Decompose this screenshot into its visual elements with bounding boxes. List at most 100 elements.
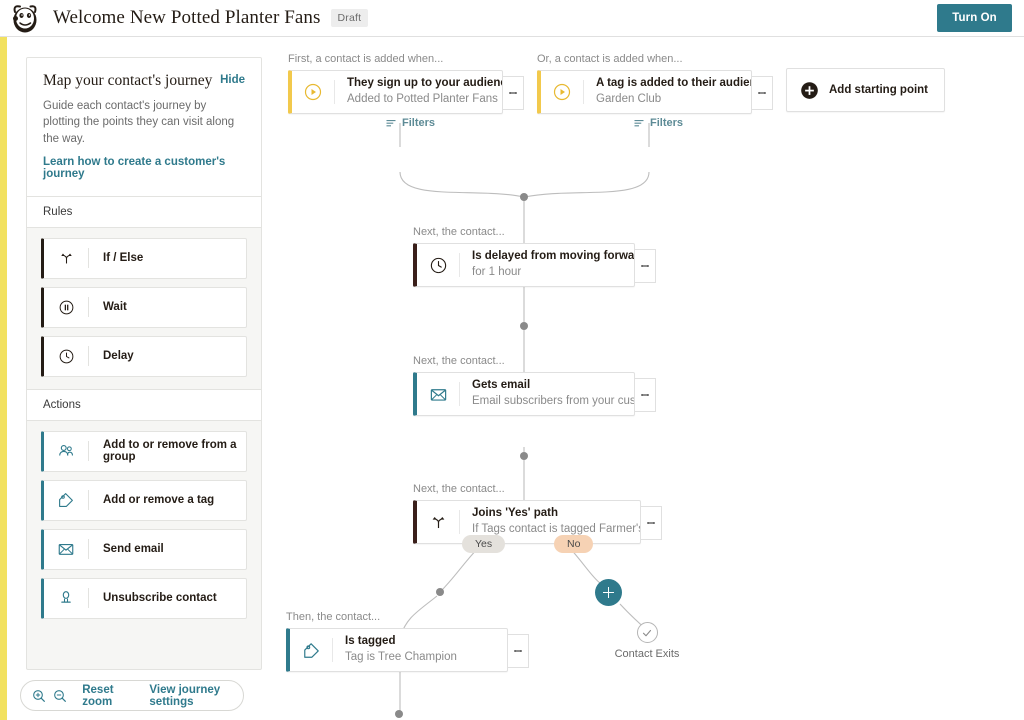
tag-icon (290, 641, 332, 660)
journey-step-tag[interactable]: Then, the contact... Is tagged Tag is Tr… (286, 611, 529, 672)
sidebar-item-label: Delay (103, 350, 134, 363)
node-subtitle: for 1 hour (472, 266, 522, 279)
node-caption: First, a contact is added when... (288, 53, 444, 65)
sidebar-item-wait[interactable]: Wait (41, 286, 247, 328)
sidebar-item-if-else[interactable]: If / Else (41, 237, 247, 279)
view-journey-settings-link[interactable]: View journey settings (149, 684, 243, 708)
add-starting-point-label: Add starting point (829, 84, 929, 96)
journey-step-email[interactable]: Next, the contact... Gets email Email su… (413, 355, 656, 416)
reset-zoom-button[interactable]: Reset zoom (82, 684, 133, 708)
sidebar-section-actions-label: Actions (27, 388, 261, 421)
node-title: Is delayed from moving forward (472, 250, 634, 263)
sidebar-title: Map your contact's journey (43, 72, 213, 89)
node-subtitle: Garden Club (596, 93, 662, 106)
sidebar-item-unsubscribe-contact[interactable]: Unsubscribe contact (41, 577, 247, 619)
sidebar-item-send-email[interactable]: Send email (41, 528, 247, 570)
sidebar-item-label: If / Else (103, 252, 144, 265)
filters-label: Filters (402, 117, 436, 129)
journey-step-delay[interactable]: Next, the contact... Is delayed from mov… (413, 226, 656, 287)
pause-circle-icon (44, 299, 88, 316)
zoom-in-icon[interactable] (29, 688, 50, 704)
sidebar-item-add-remove-tag[interactable]: Add or remove a tag (41, 479, 247, 521)
play-circle-icon (541, 83, 583, 101)
node-title: Gets email (472, 379, 531, 392)
sidebar-item-label: Add or remove a tag (103, 494, 215, 507)
node-caption: Next, the contact... (413, 483, 505, 495)
sidebar-item-add-remove-group[interactable]: Add to or remove from a group (41, 430, 247, 472)
node-title: A tag is added to their audience data (596, 77, 751, 90)
starting-point-node-2[interactable]: Or, a contact is added when... A tag is … (537, 53, 773, 114)
node-caption: Next, the contact... (413, 226, 505, 238)
plus-circle-icon (801, 81, 818, 99)
node-card[interactable]: Joins 'Yes' path If Tags contact is tagg… (413, 500, 662, 544)
node-card[interactable]: A tag is added to their audience data Ga… (537, 70, 773, 114)
add-step-button[interactable] (595, 579, 622, 606)
left-accent-stripe (0, 37, 7, 720)
node-subtitle: Tag is Tree Champion (345, 651, 457, 664)
node-title: Is tagged (345, 635, 396, 648)
app-header: Welcome New Potted Planter Fans Draft Tu… (0, 0, 1024, 37)
filter-icon (634, 120, 644, 127)
clock-icon (44, 348, 88, 365)
node-card[interactable]: Gets email Email subscribers from your c… (413, 372, 656, 416)
group-icon (44, 442, 88, 460)
sidebar-item-label: Wait (103, 301, 127, 314)
kebab-menu-icon[interactable] (635, 249, 656, 283)
sidebar-description: Guide each contact's journey by plotting… (43, 99, 235, 145)
filters-label: Filters (650, 117, 684, 129)
journey-sidebar: Map your contact's journey Hide Guide ea… (26, 57, 262, 670)
connector-dot (520, 322, 528, 330)
sidebar-item-label: Unsubscribe contact (103, 592, 217, 605)
zoom-out-icon[interactable] (50, 688, 71, 704)
add-starting-point-button[interactable]: Add starting point (786, 68, 946, 112)
envelope-icon (44, 540, 88, 558)
node-subtitle: Email subscribers from your customer j..… (472, 395, 634, 408)
node-card[interactable]: Is tagged Tag is Tree Champion (286, 628, 529, 672)
turn-on-button[interactable]: Turn On (937, 4, 1012, 32)
status-badge: Draft (330, 9, 369, 27)
contact-exits-node: Contact Exits (602, 622, 692, 660)
branch-pill-yes[interactable]: Yes (462, 535, 506, 553)
connector-dot (436, 588, 444, 596)
sidebar-actions-list: Add to or remove from a group Add or rem… (27, 421, 261, 631)
starting-point-node-1[interactable]: First, a contact is added when... They s… (288, 53, 524, 114)
branch-pill-no[interactable]: No (554, 535, 594, 553)
branch-icon (417, 513, 459, 532)
sidebar-hide-button[interactable]: Hide (220, 74, 245, 86)
filters-link-2[interactable]: Filters (633, 117, 683, 129)
kebab-menu-icon[interactable] (503, 76, 524, 110)
play-circle-icon (292, 83, 334, 101)
node-subtitle: Added to Potted Planter Fans (347, 93, 498, 106)
kebab-menu-icon[interactable] (635, 378, 656, 412)
filters-link-1[interactable]: Filters (385, 117, 435, 129)
node-title: They sign up to your audience (347, 77, 502, 90)
sidebar-learn-link[interactable]: Learn how to create a customer's journey (43, 156, 245, 180)
journey-step-if-else[interactable]: Next, the contact... Joins 'Yes' path If… (413, 483, 662, 544)
connector-dot (520, 452, 528, 460)
sidebar-item-label: Add to or remove from a group (103, 439, 237, 464)
node-caption: Or, a contact is added when... (537, 53, 683, 65)
contact-exits-label: Contact Exits (614, 648, 680, 660)
sidebar-item-delay[interactable]: Delay (41, 335, 247, 377)
envelope-icon (417, 385, 459, 404)
node-title: Joins 'Yes' path (472, 507, 558, 520)
kebab-menu-icon[interactable] (641, 506, 662, 540)
node-caption: Next, the contact... (413, 355, 505, 367)
filter-icon (386, 120, 396, 127)
connector-dot (520, 193, 528, 201)
person-icon (44, 589, 88, 607)
node-card[interactable]: They sign up to your audience Added to P… (288, 70, 524, 114)
sidebar-item-label: Send email (103, 543, 164, 556)
sidebar-header: Map your contact's journey Hide Guide ea… (27, 58, 261, 196)
sidebar-section-rules-label: Rules (27, 195, 261, 228)
canvas-zoom-toolbar: Reset zoom View journey settings (20, 680, 244, 711)
node-card[interactable]: Is delayed from moving forward for 1 hou… (413, 243, 656, 287)
connector-dot (395, 710, 403, 718)
kebab-menu-icon[interactable] (508, 634, 529, 668)
node-caption: Then, the contact... (286, 611, 381, 623)
sidebar-rules-list: If / Else Wait Delay (27, 228, 261, 389)
kebab-menu-icon[interactable] (752, 76, 773, 110)
clock-icon (417, 256, 459, 275)
page-title: Welcome New Potted Planter Fans (53, 7, 321, 28)
tag-icon (44, 491, 88, 509)
